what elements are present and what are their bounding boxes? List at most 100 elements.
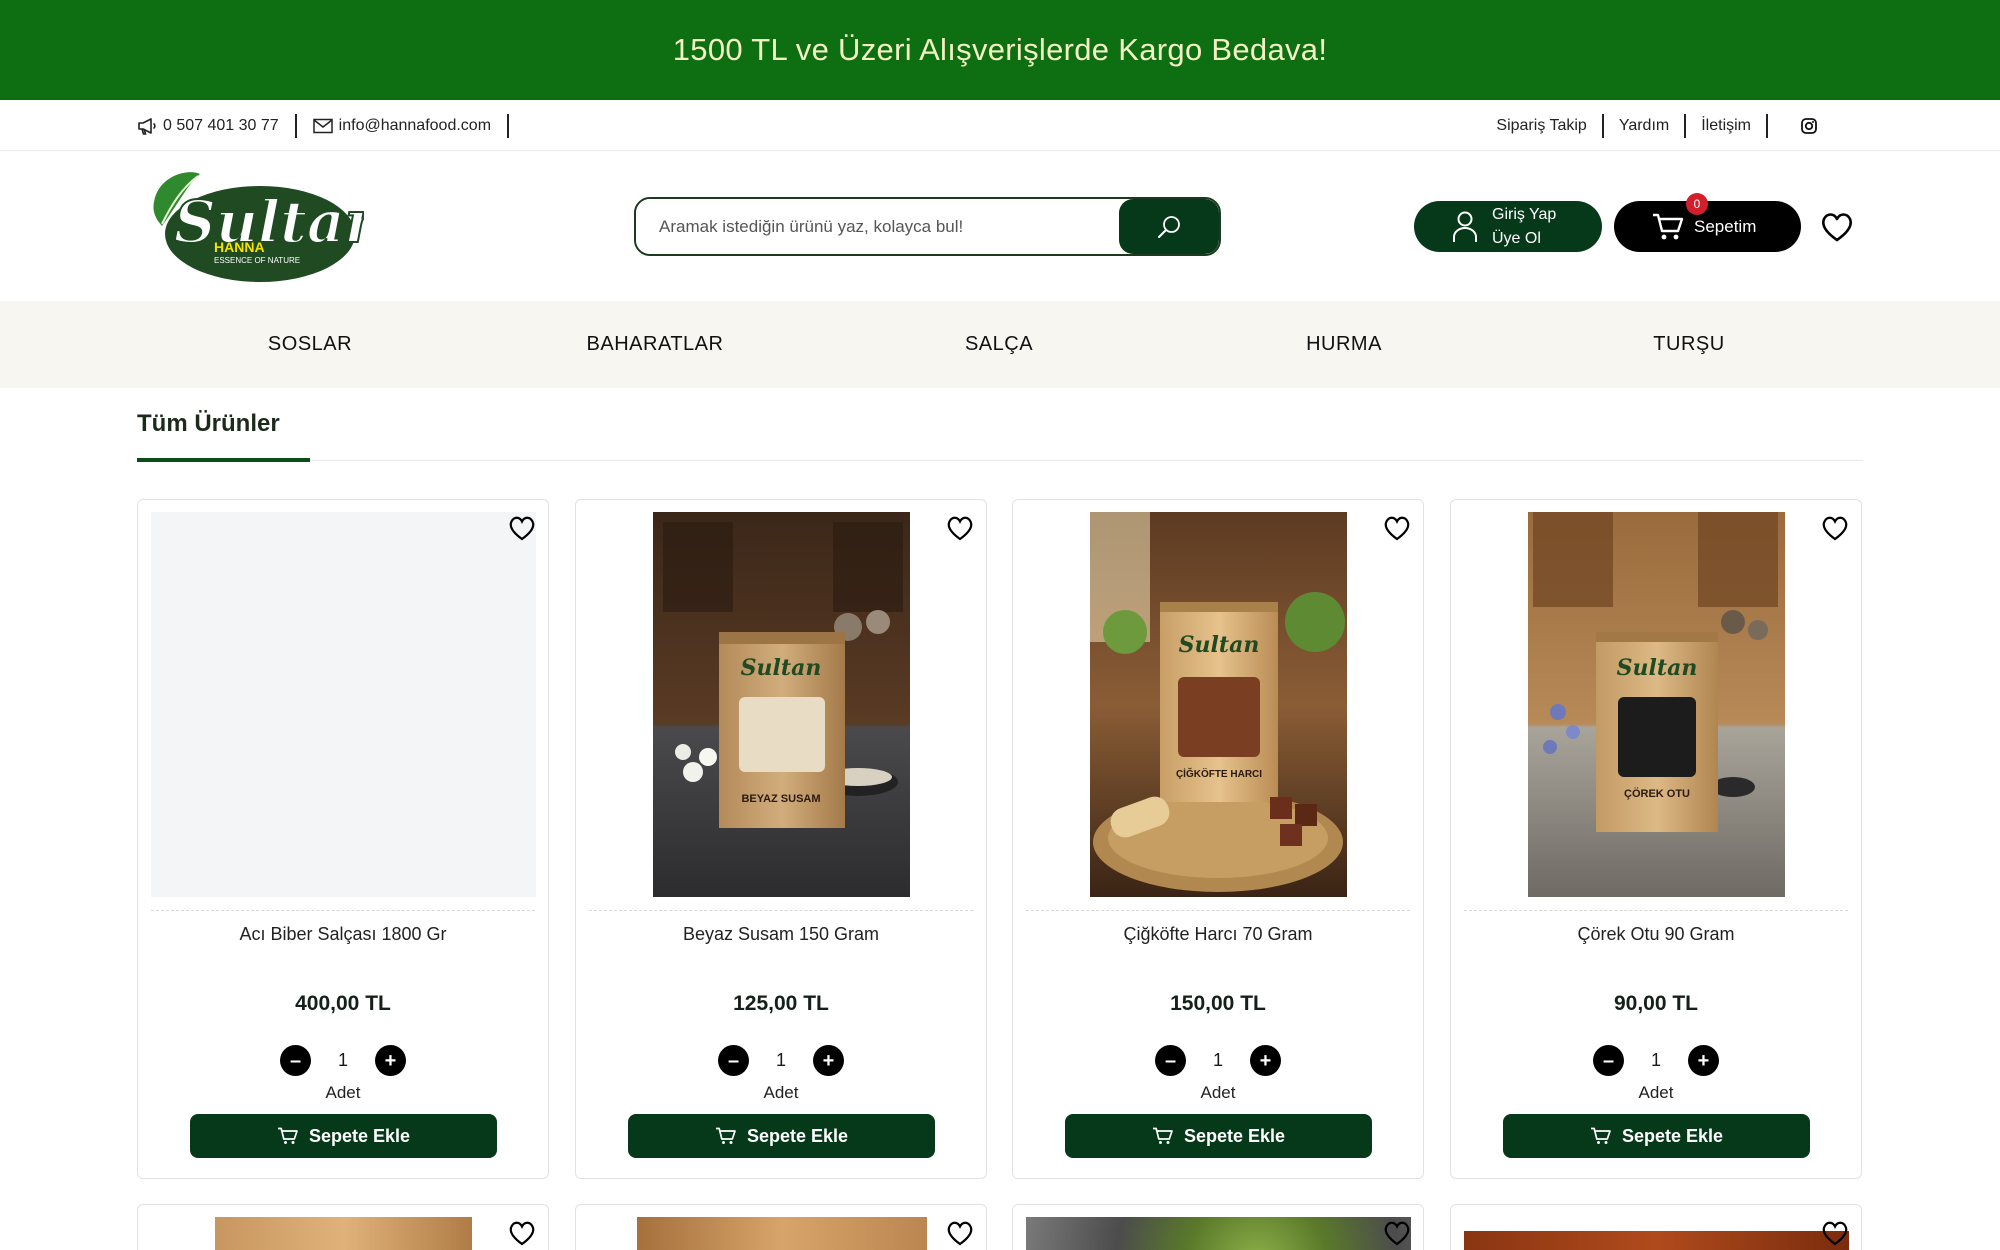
add-to-cart-button[interactable]: Sepete Ekle xyxy=(190,1114,497,1158)
favorite-heart-icon[interactable] xyxy=(1383,1220,1411,1246)
wishlist-heart-icon[interactable] xyxy=(1820,211,1854,243)
nav-item-spices[interactable]: BAHARATLAR xyxy=(587,301,724,388)
top-info-bar: 0 507 401 30 77 info@hannafood.com Sipar… xyxy=(0,100,2000,151)
increase-quantity-button[interactable]: + xyxy=(813,1045,844,1076)
cart-icon xyxy=(1653,213,1684,239)
cart-icon xyxy=(715,1127,736,1144)
decrease-quantity-button[interactable]: – xyxy=(718,1045,749,1076)
card-divider xyxy=(589,910,973,911)
phone-contact[interactable]: 0 507 401 30 77 xyxy=(137,117,279,135)
mail-icon xyxy=(312,118,333,133)
product-card[interactable] xyxy=(137,1204,549,1250)
favorite-heart-icon[interactable] xyxy=(946,515,974,541)
nav-item-pickles[interactable]: TURŞU xyxy=(1653,301,1724,388)
nav-item-sauces[interactable]: SOSLAR xyxy=(268,301,352,388)
decrease-quantity-button[interactable]: – xyxy=(1155,1045,1186,1076)
quantity-stepper: – 1 + xyxy=(576,1045,986,1076)
svg-text:HANNA: HANNA xyxy=(214,239,265,255)
svg-text:Sultan: Sultan xyxy=(741,655,822,681)
nav-item-dates[interactable]: HURMA xyxy=(1306,301,1382,388)
promo-banner: 1500 TL ve Üzeri Alışverişlerde Kargo Be… xyxy=(0,0,2000,100)
product-image[interactable]: Sultan ÇİĞKÖFTE HARCI xyxy=(1090,512,1347,897)
increase-quantity-button[interactable]: + xyxy=(375,1045,406,1076)
search-button[interactable] xyxy=(1119,199,1219,254)
product-card[interactable] xyxy=(1012,1204,1424,1250)
decrease-quantity-button[interactable]: – xyxy=(280,1045,311,1076)
divider xyxy=(1601,113,1604,138)
product-image[interactable]: Sultan BEYAZ SUSAM xyxy=(653,512,910,897)
search-bar xyxy=(634,197,1221,256)
svg-text:Sultan: Sultan xyxy=(1617,655,1698,681)
add-to-cart-button[interactable]: Sepete Ekle xyxy=(1065,1114,1372,1158)
decrease-quantity-button[interactable]: – xyxy=(1593,1045,1624,1076)
product-card[interactable]: Sultan ÇİĞKÖFTE HARCI Çiğköfte Harcı 70 … xyxy=(1012,499,1424,1179)
email-contact[interactable]: info@hannafood.com xyxy=(312,116,492,135)
nav-item-paste[interactable]: SALÇA xyxy=(965,301,1033,388)
product-image[interactable] xyxy=(215,1217,472,1250)
product-card[interactable] xyxy=(1450,1204,1862,1250)
email-address: info@hannafood.com xyxy=(338,116,492,134)
search-input[interactable] xyxy=(636,199,1119,254)
product-card[interactable]: Sultan BEYAZ SUSAM Beyaz Susam 150 Gram … xyxy=(575,499,987,1179)
product-card[interactable] xyxy=(575,1204,987,1250)
product-image[interactable]: Sultan ÇÖREK OTU xyxy=(1528,512,1785,897)
quantity-stepper: – 1 + xyxy=(1013,1045,1423,1076)
increase-quantity-button[interactable]: + xyxy=(1250,1045,1281,1076)
product-card[interactable]: Sultan ÇÖREK OTU Çörek Otu 90 Gram 90,00… xyxy=(1450,499,1862,1179)
product-name[interactable]: Çörek Otu 90 Gram xyxy=(1451,924,1861,945)
divider xyxy=(507,113,510,138)
login-label: Giriş Yap xyxy=(1492,205,1557,223)
card-divider xyxy=(1464,910,1848,911)
all-products-section: Tüm Ürünler xyxy=(137,388,1863,462)
site-header: Sultan HANNA ESSENCE OF NATURE Giriş Yap… xyxy=(0,151,2000,301)
add-to-cart-label: Sepete Ekle xyxy=(1621,1125,1724,1146)
quantity-value[interactable]: 1 xyxy=(773,1050,789,1071)
product-image[interactable] xyxy=(1464,1231,1849,1250)
product-image[interactable] xyxy=(1026,1217,1411,1250)
product-price: 90,00 TL xyxy=(1613,992,1699,1015)
site-logo[interactable]: Sultan HANNA ESSENCE OF NATURE xyxy=(148,164,388,284)
cart-icon xyxy=(277,1127,298,1144)
favorite-heart-icon[interactable] xyxy=(1821,1220,1849,1246)
order-tracking-link[interactable]: Sipariş Takip xyxy=(1496,117,1586,135)
favorite-heart-icon[interactable] xyxy=(508,515,536,541)
product-price: 125,00 TL xyxy=(733,992,829,1015)
product-image-placeholder[interactable] xyxy=(151,512,536,897)
card-divider xyxy=(1026,910,1410,911)
instagram-icon[interactable] xyxy=(1801,117,1817,134)
register-label: Üye Ol xyxy=(1492,229,1541,247)
cart-button[interactable]: Sepetim 0 xyxy=(1614,193,1801,252)
login-register-button[interactable]: Giriş Yap Üye Ol xyxy=(1414,201,1602,252)
add-to-cart-button[interactable]: Sepete Ekle xyxy=(628,1114,935,1158)
quantity-unit: Adet xyxy=(1638,1083,1674,1102)
cart-icon xyxy=(1152,1127,1173,1144)
product-image[interactable] xyxy=(637,1217,927,1250)
svg-text:ÇÖREK OTU: ÇÖREK OTU xyxy=(1624,787,1690,800)
search-icon xyxy=(1158,215,1180,238)
divider xyxy=(1684,113,1687,138)
favorite-heart-icon[interactable] xyxy=(508,1220,536,1246)
add-to-cart-label: Sepete Ekle xyxy=(746,1125,849,1146)
contact-link[interactable]: İletişim xyxy=(1701,117,1751,135)
help-link[interactable]: Yardım xyxy=(1619,117,1669,135)
favorite-heart-icon[interactable] xyxy=(946,1220,974,1246)
quantity-value[interactable]: 1 xyxy=(1210,1050,1226,1071)
increase-quantity-button[interactable]: + xyxy=(1688,1045,1719,1076)
favorite-heart-icon[interactable] xyxy=(1383,515,1411,541)
megaphone-icon xyxy=(138,117,156,135)
product-name[interactable]: Beyaz Susam 150 Gram xyxy=(576,924,986,945)
product-name[interactable]: Acı Biber Salçası 1800 Gr xyxy=(138,924,548,945)
section-underline xyxy=(137,458,310,462)
category-nav: SOSLAR BAHARATLAR SALÇA HURMA TURŞU xyxy=(0,301,2000,388)
product-card[interactable]: Acı Biber Salçası 1800 Gr 400,00 TL – 1 … xyxy=(137,499,549,1179)
favorite-heart-icon[interactable] xyxy=(1821,515,1849,541)
add-to-cart-button[interactable]: Sepete Ekle xyxy=(1503,1114,1810,1158)
quantity-unit: Adet xyxy=(1200,1083,1236,1102)
quantity-value[interactable]: 1 xyxy=(1648,1050,1664,1071)
quantity-stepper: – 1 + xyxy=(1451,1045,1861,1076)
svg-text:ÇİĞKÖFTE HARCI: ÇİĞKÖFTE HARCI xyxy=(1176,767,1262,780)
product-price: 400,00 TL xyxy=(295,992,391,1015)
cart-label: Sepetim xyxy=(1694,216,1757,236)
quantity-value[interactable]: 1 xyxy=(335,1050,351,1071)
product-name[interactable]: Çiğköfte Harcı 70 Gram xyxy=(1013,924,1423,945)
